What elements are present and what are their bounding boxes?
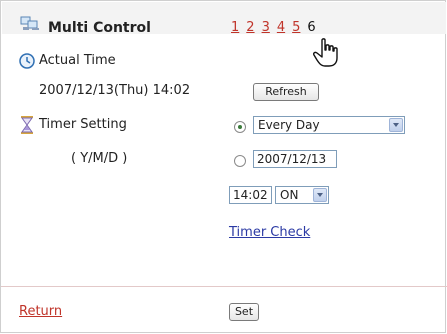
chevron-down-icon [389, 118, 403, 132]
page-link-3[interactable]: 3 [262, 20, 270, 35]
timer-mode-select[interactable]: Every Day [253, 116, 405, 134]
page-link-1[interactable]: 1 [231, 20, 239, 35]
timer-check-link[interactable]: Timer Check [229, 225, 310, 240]
hand-cursor-icon [313, 38, 339, 72]
page-link-2[interactable]: 2 [246, 20, 254, 35]
timer-setting-label: Timer Setting [39, 117, 127, 132]
clock-icon [19, 53, 35, 73]
multi-control-icon [20, 15, 42, 35]
refresh-button[interactable]: Refresh [253, 83, 319, 101]
timer-mode-value: Every Day [258, 118, 320, 132]
every-day-radio[interactable] [234, 121, 246, 133]
page-link-4[interactable]: 4 [277, 20, 285, 35]
hourglass-icon [21, 116, 33, 138]
date-radio[interactable] [234, 155, 246, 167]
page-title: Multi Control [48, 20, 151, 36]
on-off-select[interactable]: ON [275, 186, 329, 204]
page-current-6: 6 [307, 20, 316, 35]
date-format-label: ( Y/M/D ) [71, 151, 128, 166]
time-field-value: 14:02 [233, 188, 268, 202]
actual-time-label: Actual Time [39, 53, 116, 68]
multi-control-panel: Multi Control 123456 Actual Time 2007/12… [0, 0, 447, 333]
return-link[interactable]: Return [19, 304, 62, 319]
date-field[interactable]: 2007/12/13 [253, 150, 337, 168]
chevron-down-icon [313, 188, 327, 202]
divider [1, 286, 447, 287]
time-field[interactable]: 14:02 [229, 186, 272, 204]
set-button[interactable]: Set [229, 303, 259, 321]
header-bar: Multi Control 123456 [2, 2, 446, 36]
page-navigation: 123456 [231, 20, 316, 35]
page-link-5[interactable]: 5 [292, 20, 300, 35]
date-field-value: 2007/12/13 [257, 152, 327, 166]
actual-time-value: 2007/12/13(Thu) 14:02 [39, 83, 191, 98]
on-off-value: ON [280, 188, 299, 202]
